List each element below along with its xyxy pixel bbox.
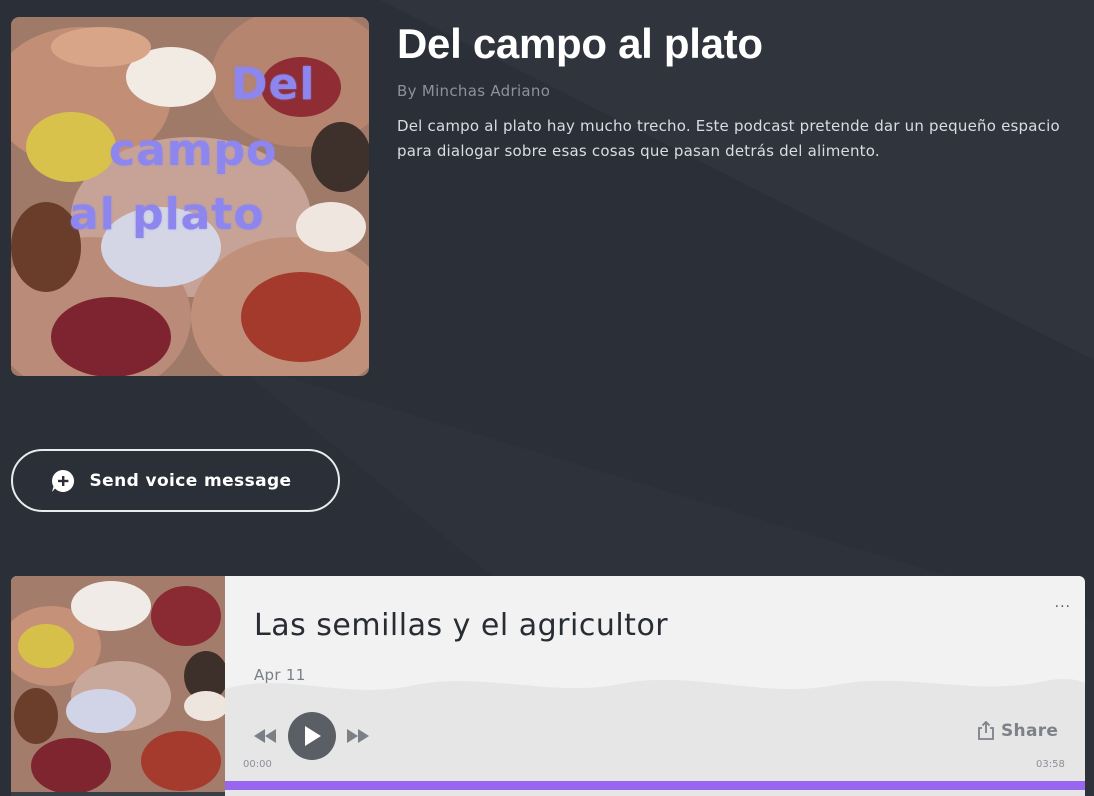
cover-text-line: Del	[231, 59, 316, 110]
more-options-button[interactable]: ...	[1055, 596, 1071, 610]
episode-body: Las semillas y el agricultor Apr 11 ...	[225, 576, 1085, 796]
cover-text-line: campo	[109, 125, 278, 176]
podcast-author[interactable]: By Minchas Adriano	[397, 82, 550, 100]
current-time: 00:00	[243, 759, 272, 770]
total-duration: 03:58	[1036, 759, 1065, 770]
podcast-title: Del campo al plato	[397, 20, 763, 67]
episode-thumbnail[interactable]	[11, 576, 225, 792]
rewind-icon	[254, 729, 276, 743]
podcast-cover-art: Del campo al plato	[11, 17, 369, 376]
share-icon	[978, 721, 994, 740]
fast-forward-button[interactable]	[347, 728, 369, 743]
episode-title[interactable]: Las semillas y el agricultor	[254, 608, 668, 643]
play-button[interactable]	[288, 712, 336, 760]
share-button[interactable]: Share	[977, 721, 1058, 741]
episode-date: Apr 11	[254, 666, 306, 684]
podcast-description: Del campo al plato hay mucho trecho. Est…	[397, 117, 1060, 160]
share-label: Share	[1001, 721, 1059, 741]
thumbnail-underbar	[11, 792, 225, 796]
send-voice-message-label: Send voice message	[89, 470, 292, 491]
episode-card: Las semillas y el agricultor Apr 11 ...	[11, 576, 1085, 796]
fast-forward-icon	[347, 729, 369, 743]
chat-plus-icon	[50, 468, 76, 494]
play-icon	[305, 726, 321, 746]
send-voice-message-button[interactable]: Send voice message	[11, 449, 340, 512]
rewind-button[interactable]	[254, 728, 276, 743]
cover-text-line: al plato	[69, 189, 265, 240]
progress-bar[interactable]	[225, 781, 1085, 790]
cover-title-overlay: Del campo al plato	[11, 17, 369, 376]
